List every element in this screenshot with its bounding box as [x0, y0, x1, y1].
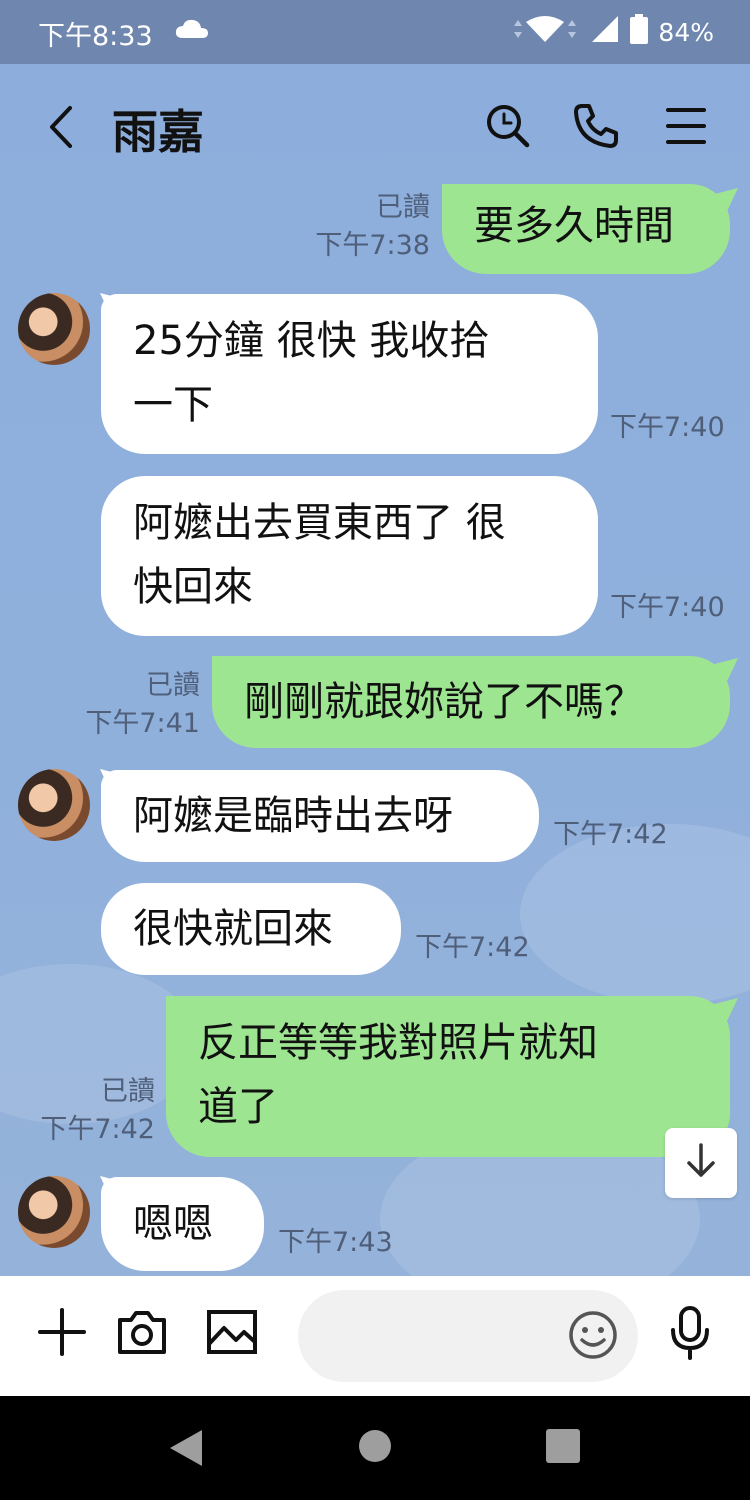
cloud-icon	[175, 18, 209, 44]
system-navigation-bar	[0, 1396, 750, 1500]
microphone-icon[interactable]	[662, 1304, 718, 1360]
message-bubble-in[interactable]: 阿嬤是臨時出去呀	[101, 770, 539, 862]
status-time: 下午8:33	[38, 21, 153, 52]
battery-icon	[630, 14, 649, 50]
nav-back-icon[interactable]	[168, 1428, 204, 1472]
message-bubble-out[interactable]: 要多久時間	[442, 184, 730, 274]
avatar[interactable]	[18, 769, 90, 841]
message-bubble-out[interactable]: 反正等等我對照片就知 道了	[166, 996, 730, 1157]
battery-percent: 84%	[658, 17, 714, 47]
status-icons: 84%	[510, 14, 714, 50]
message-time: 下午7:43	[278, 1227, 393, 1258]
read-receipt: 已讀	[146, 670, 200, 701]
message-time: 下午7:42	[415, 932, 530, 963]
message-time: 下午7:42	[553, 819, 668, 850]
avatar[interactable]	[18, 1176, 90, 1248]
message-line: 25分鐘 很快 我收拾	[133, 318, 490, 364]
phone-icon[interactable]	[570, 100, 622, 152]
arrow-down-icon	[683, 1141, 719, 1185]
camera-icon[interactable]	[114, 1304, 170, 1360]
read-receipt: 已讀	[101, 1076, 155, 1107]
input-bar	[0, 1276, 750, 1396]
message-bubble-in[interactable]: 嗯嗯	[101, 1177, 264, 1271]
signal-icon	[590, 14, 620, 50]
message-time: 下午7:40	[610, 412, 725, 443]
message-time: 下午7:41	[85, 708, 200, 739]
scroll-to-bottom-button[interactable]	[665, 1128, 737, 1198]
search-icon[interactable]	[482, 100, 534, 152]
message-line: 反正等等我對照片就知	[198, 1020, 598, 1066]
status-bar: 下午8:33 84%	[0, 0, 750, 64]
message-bubble-in[interactable]: 阿嬤出去買東西了 很 快回來	[101, 476, 598, 636]
chat-title: 雨嘉	[112, 105, 204, 159]
message-bubble-in[interactable]: 25分鐘 很快 我收拾 一下	[101, 294, 598, 454]
read-receipt: 已讀	[376, 192, 430, 223]
message-bubble-in[interactable]: 很快就回來	[101, 883, 401, 975]
image-icon[interactable]	[204, 1304, 260, 1360]
nav-recents-icon[interactable]	[545, 1428, 581, 1468]
message-line: 阿嬤出去買東西了 很	[133, 500, 506, 546]
back-chevron-icon[interactable]	[40, 102, 84, 152]
plus-icon[interactable]	[34, 1304, 90, 1360]
avatar[interactable]	[18, 293, 90, 365]
message-line: 快回來	[133, 564, 253, 610]
chat-header: 雨嘉	[0, 64, 750, 190]
message-time: 下午7:42	[40, 1114, 155, 1145]
nav-home-icon[interactable]	[357, 1428, 393, 1468]
message-time: 下午7:38	[315, 230, 430, 261]
menu-icon[interactable]	[660, 100, 712, 152]
chat-area[interactable]: 雨嘉 已讀 下午7:38 要多久時間 25分鐘 很快 我收拾 一下 下午7:40…	[0, 64, 750, 1276]
wifi-icon	[510, 14, 580, 50]
message-line: 道了	[198, 1084, 278, 1130]
message-bubble-out[interactable]: 剛剛就跟妳說了不嗎？	[212, 656, 730, 748]
emoji-icon[interactable]	[566, 1308, 622, 1364]
message-time: 下午7:40	[610, 592, 725, 623]
message-line: 一下	[133, 382, 213, 428]
